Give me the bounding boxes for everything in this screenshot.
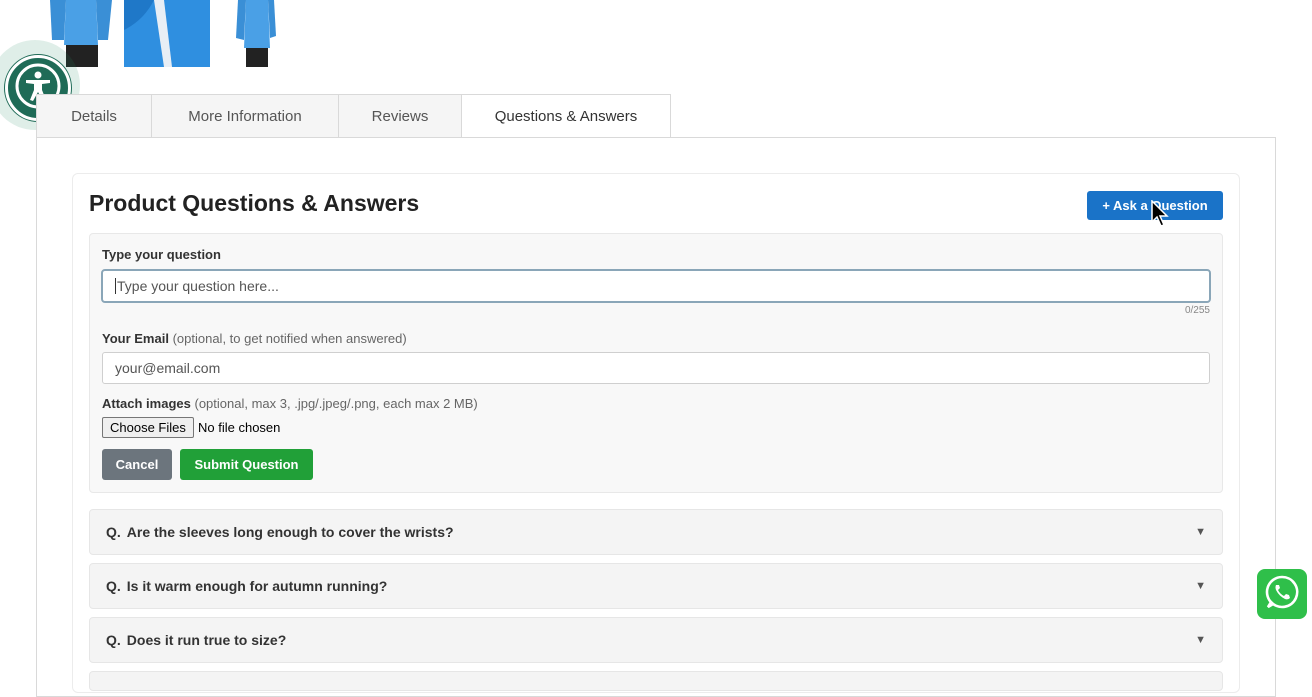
question-item-partial[interactable] xyxy=(89,671,1223,691)
tab-more-information[interactable]: More Information xyxy=(151,94,339,137)
question-prefix: Q. xyxy=(106,578,121,594)
submit-question-button[interactable]: Submit Question xyxy=(180,449,313,480)
question-item[interactable]: Q. Are the sleeves long enough to cover … xyxy=(89,509,1223,555)
question-text: Are the sleeves long enough to cover the… xyxy=(126,524,454,540)
attach-label: Attach images (optional, max 3, .jpg/.jp… xyxy=(102,396,478,411)
file-status: No file chosen xyxy=(198,420,281,435)
whatsapp-button[interactable] xyxy=(1257,569,1307,619)
tab-details[interactable]: Details xyxy=(36,94,152,137)
product-thumbnails xyxy=(36,0,298,68)
email-field[interactable]: your@email.com xyxy=(102,352,1210,384)
product-thumbnail-3[interactable] xyxy=(212,0,298,67)
attach-label-text: Attach images xyxy=(102,396,191,411)
tab-questions-answers[interactable]: Questions & Answers xyxy=(461,94,671,138)
question-label-text: Type your question xyxy=(102,247,221,262)
question-prefix: Q. xyxy=(106,524,121,540)
text-caret xyxy=(115,278,116,294)
character-counter: 0/255 xyxy=(1184,305,1210,316)
email-label: Your Email (optional, to get notified wh… xyxy=(102,331,407,346)
question-item[interactable]: Q. Does it run true to size? ▼ xyxy=(89,617,1223,663)
choose-files-button[interactable]: Choose Files xyxy=(102,417,194,438)
chevron-down-icon: ▼ xyxy=(1195,580,1206,592)
page-title: Product Questions & Answers xyxy=(89,190,420,216)
mouse-cursor-icon xyxy=(1151,199,1169,233)
question-prefix: Q. xyxy=(106,632,121,648)
question-placeholder: Type your question here... xyxy=(117,278,279,294)
product-thumbnail-2[interactable] xyxy=(124,0,210,67)
email-hint: (optional, to get notified when answered… xyxy=(172,331,407,346)
email-label-text: Your Email xyxy=(102,331,169,346)
cancel-button[interactable]: Cancel xyxy=(102,449,172,480)
tab-reviews[interactable]: Reviews xyxy=(338,94,462,137)
email-placeholder: your@email.com xyxy=(115,360,221,376)
attach-hint: (optional, max 3, .jpg/.jpeg/.png, each … xyxy=(194,396,478,411)
product-tabs: Details More Information Reviews Questio… xyxy=(36,94,671,138)
chevron-down-icon: ▼ xyxy=(1195,634,1206,646)
question-item[interactable]: Q. Is it warm enough for autumn running?… xyxy=(89,563,1223,609)
question-input[interactable]: Type your question here... xyxy=(101,269,1211,303)
question-text: Does it run true to size? xyxy=(126,632,287,648)
question-text: Is it warm enough for autumn running? xyxy=(126,578,388,594)
question-label: Type your question xyxy=(102,247,221,262)
whatsapp-icon xyxy=(1263,573,1301,616)
chevron-down-icon: ▼ xyxy=(1195,526,1206,538)
